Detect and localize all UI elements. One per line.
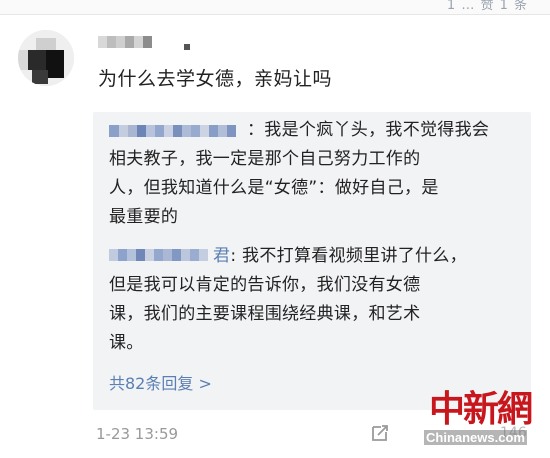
reply-1-line-3: 人，但我知道什么是“女德”：做好自己，是 [109,178,439,198]
reply-1-line-2: 相夫教子，我一定是那个自己努力工作的 [109,149,421,169]
more-replies-link[interactable]: 共82条回复 > [109,370,212,394]
watermark-url: Chinanews.com [424,430,527,445]
main-comment: 为什么去学女德，亲妈让吗 [98,68,333,90]
reply-2-username-suffix[interactable]: 君 [213,246,230,266]
reply-2-line-2: 但是我可以肯定的告诉你，我们没有女德 [109,275,421,295]
reply-2-username-redacted[interactable] [109,245,213,263]
share-icon[interactable] [370,423,390,443]
top-strip: 1 … 赞 1 条 [0,0,550,15]
username-redacted[interactable] [98,36,198,50]
reply-1-username-redacted[interactable] [109,119,247,137]
avatar[interactable] [18,30,74,86]
top-strip-text: 1 … 赞 1 条 [446,0,528,13]
watermark-logo: 中新網 [429,388,533,430]
reply-2-line-1: : 我不打算看视频里讲了什么， [230,246,467,266]
reply-2-line-3: 课，我们的主要课程围绕经典课，和艺术 [109,304,421,324]
replies-panel: ：我是个疯丫头，我不觉得我会 相夫教子，我一定是那个自己努力工作的 人，但我知道… [93,112,531,410]
comment-time: 1-23 13:59 [96,425,179,443]
reply-1: ：我是个疯丫头，我不觉得我会 相夫教子，我一定是那个自己努力工作的 人，但我知道… [109,116,519,232]
reply-1-line-4: 最重要的 [109,207,179,227]
reply-2-line-4: 课。 [109,333,144,353]
reply-2: 君: 我不打算看视频里讲了什么， 但是我可以肯定的告诉你，我们没有女德 课，我们… [109,242,519,358]
reply-1-line-1: ：我是个疯丫头，我不觉得我会 [247,120,490,140]
